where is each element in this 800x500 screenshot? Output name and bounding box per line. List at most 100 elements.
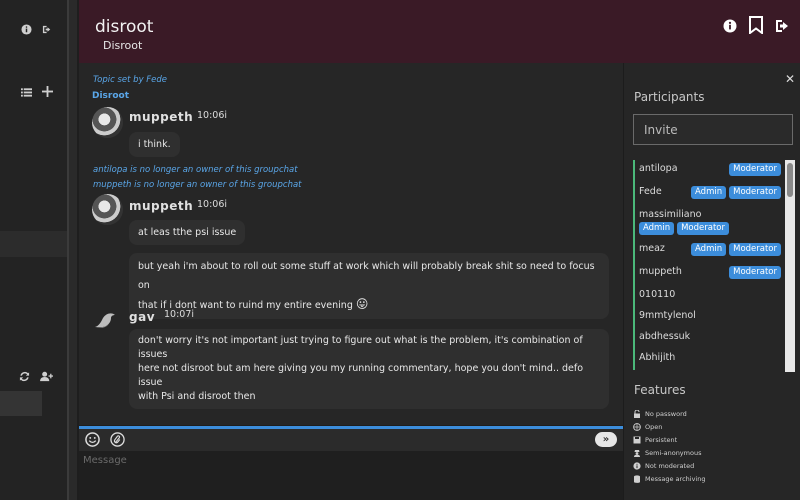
save-icon: [633, 436, 641, 444]
message-time: 10:06i: [197, 110, 228, 121]
feature-label: Message archiving: [645, 474, 706, 483]
panel-divider[interactable]: [67, 0, 77, 500]
participant-item[interactable]: massimiliano Admin Moderator: [633, 206, 783, 240]
participant-item[interactable]: meaz Admin Moderator: [633, 240, 783, 263]
role-badge: Moderator: [729, 186, 781, 199]
message-author[interactable]: muppeth: [129, 199, 193, 213]
feature-label: No password: [645, 409, 687, 418]
scrollbar-thumb[interactable]: [787, 163, 793, 197]
sidebar-rooms-row: [0, 81, 67, 105]
emoji-icon[interactable]: [85, 432, 101, 448]
occupants-panel: ✕ Participants antilopa Moderator Fede A…: [623, 63, 800, 500]
message-input[interactable]: [79, 451, 623, 500]
sidebar-controlbox-row: [0, 19, 67, 43]
room-topic: Disroot: [92, 91, 130, 101]
tongue-emoji: 😛: [355, 297, 369, 311]
participant-name: 010110: [639, 289, 676, 300]
feature-item: No password: [633, 407, 705, 420]
role-badge: Admin: [639, 222, 675, 235]
role-badge: Moderator: [677, 222, 729, 235]
role-badges: Moderator: [729, 266, 781, 279]
system-message: antilopa is no longer an owner of this g…: [93, 165, 298, 175]
role-badge: Admin: [691, 186, 727, 199]
message-text: at leas tthe psi issue: [138, 227, 237, 238]
features-list: No password Open Persistent Semi-anonymo…: [633, 407, 705, 485]
room-subtitle: Disroot: [103, 39, 143, 52]
role-badges: Admin Moderator: [691, 186, 781, 199]
participant-name: Abhijith: [639, 352, 676, 363]
participants-list: antilopa Moderator Fede Admin Moderator …: [633, 160, 783, 372]
participant-item[interactable]: muppeth Moderator: [633, 263, 783, 286]
chatroom-header: disroot Disroot: [79, 0, 800, 63]
add-room-icon[interactable]: [42, 86, 53, 100]
participant-name: abdhessuk: [639, 331, 691, 342]
info-icon: [633, 461, 641, 470]
refresh-icon[interactable]: [19, 371, 30, 385]
sidebar-active-room[interactable]: [0, 231, 67, 257]
role-badge: Moderator: [729, 243, 781, 256]
message-author[interactable]: gav: [129, 310, 155, 324]
message-text: with Psi and disroot then: [138, 391, 256, 402]
participant-name: muppeth: [639, 266, 682, 277]
participants-heading: Participants: [634, 90, 705, 104]
avatar: [92, 309, 120, 331]
role-badges: Moderator: [729, 163, 781, 176]
message-text: don't worry it's not important just tryi…: [138, 335, 583, 360]
sidebar-contacts-row: [0, 366, 67, 390]
sidebar-contact-item[interactable]: [0, 391, 42, 416]
room-info-icon[interactable]: [723, 18, 737, 37]
system-message: muppeth is no longer an owner of this gr…: [93, 180, 302, 190]
feature-label: Persistent: [645, 435, 678, 444]
message-time: 10:06i: [197, 199, 228, 210]
composer-toolbar: »: [79, 429, 623, 451]
participant-name: meaz: [639, 243, 665, 254]
feature-item: Semi-anonymous: [633, 446, 705, 459]
message-author[interactable]: muppeth: [129, 110, 193, 124]
info-icon[interactable]: [21, 24, 32, 38]
user-secret-icon: [633, 449, 641, 457]
globe-icon: [633, 422, 641, 431]
left-sidebar: [0, 0, 67, 500]
bookmark-icon[interactable]: [749, 16, 763, 38]
participant-item[interactable]: Abhijith: [633, 349, 783, 370]
feature-item: Message archiving: [633, 472, 705, 485]
message-text: i think.: [138, 139, 171, 150]
logout-icon[interactable]: [42, 24, 53, 38]
close-icon[interactable]: ✕: [785, 72, 795, 86]
role-badge: Admin: [691, 243, 727, 256]
feature-item: Persistent: [633, 433, 705, 446]
send-button[interactable]: »: [595, 432, 617, 447]
participant-item[interactable]: 9mmtylenol: [633, 307, 783, 328]
attachment-icon[interactable]: [110, 432, 126, 448]
role-badge: Moderator: [729, 163, 781, 176]
message-bubble: but yeah i'm about to roll out some stuf…: [129, 253, 609, 319]
participant-name: massimiliano: [639, 209, 702, 220]
role-badges: Admin Moderator: [691, 243, 781, 256]
avatar: [92, 194, 123, 225]
participant-name: antilopa: [639, 163, 678, 174]
role-badges: Admin Moderator: [639, 222, 783, 235]
role-badge: Moderator: [729, 266, 781, 279]
add-contact-icon[interactable]: [40, 371, 54, 385]
topic-setter-info: Topic set by Fede: [93, 75, 168, 85]
leave-room-icon[interactable]: [775, 18, 790, 37]
invite-input[interactable]: [633, 114, 793, 145]
chat-content: Topic set by Fede Disroot muppeth 10:06i…: [79, 63, 623, 425]
participants-scrollbar[interactable]: [785, 160, 795, 372]
feature-label: Not moderated: [645, 461, 695, 470]
message-bubble: don't worry it's not important just tryi…: [129, 329, 609, 409]
message-text: here not disroot but am here giving you …: [138, 363, 584, 388]
avatar: [92, 107, 123, 138]
header-actions: [723, 16, 790, 38]
participant-item[interactable]: abdhessuk: [633, 328, 783, 349]
participant-item[interactable]: Fede Admin Moderator: [633, 183, 783, 206]
participant-item[interactable]: 010110: [633, 286, 783, 307]
message-bubble: i think.: [129, 132, 180, 157]
message-bubble: at leas tthe psi issue: [129, 220, 246, 245]
list-icon[interactable]: [21, 87, 32, 100]
participant-item[interactable]: antilopa Moderator: [633, 160, 783, 183]
feature-label: Open: [645, 422, 663, 431]
unlock-icon: [633, 409, 641, 418]
database-icon: [633, 474, 641, 483]
participant-name: 9mmtylenol: [639, 310, 696, 321]
